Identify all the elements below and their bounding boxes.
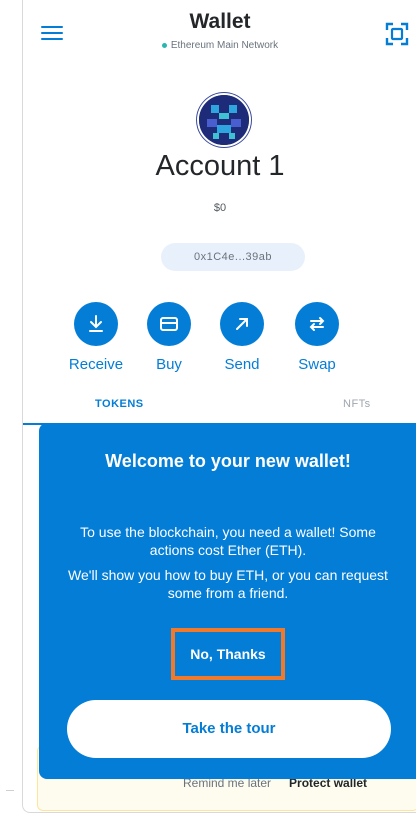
account-avatar[interactable] bbox=[199, 95, 249, 145]
account-name[interactable]: Account 1 bbox=[23, 150, 416, 183]
tab-nfts[interactable]: NFTs bbox=[343, 398, 371, 410]
wallet-screen: Wallet Ethereum Main Network Account 1 $… bbox=[22, 0, 416, 813]
welcome-modal: Welcome to your new wallet! To use the b… bbox=[39, 423, 416, 779]
swap-button[interactable]: Swap bbox=[284, 302, 350, 373]
modal-text-buy-eth: We'll show you how to buy ETH, or you ca… bbox=[68, 567, 388, 601]
swap-icon bbox=[295, 302, 339, 346]
receive-icon bbox=[74, 302, 118, 346]
receive-label: Receive bbox=[68, 356, 124, 373]
network-status-dot bbox=[161, 42, 167, 48]
account-balance: $0 bbox=[213, 202, 227, 214]
send-arrow-icon bbox=[220, 302, 264, 346]
network-name: Ethereum Main Network bbox=[170, 40, 279, 51]
header: Wallet Ethereum Main Network bbox=[23, 0, 416, 70]
modal-title: Welcome to your new wallet! bbox=[105, 451, 351, 471]
take-tour-button[interactable]: Take the tour bbox=[67, 700, 391, 758]
account-address-pill[interactable]: 0x1C4e...39ab bbox=[161, 243, 305, 271]
asset-tabs: TOKENS NFTs bbox=[23, 388, 416, 425]
buy-label: Buy bbox=[156, 356, 182, 373]
page-title: Wallet bbox=[189, 10, 251, 33]
modal-text-wallet: To use the blockchain, you need a wallet… bbox=[80, 524, 376, 558]
swap-label: Swap bbox=[298, 356, 336, 373]
receive-button[interactable]: Receive bbox=[63, 302, 129, 373]
tab-tokens[interactable]: TOKENS bbox=[95, 398, 144, 410]
qr-scan-icon[interactable] bbox=[385, 22, 409, 46]
buy-button[interactable]: Buy bbox=[136, 302, 202, 373]
no-thanks-button[interactable]: No, Thanks bbox=[171, 628, 285, 680]
network-indicator[interactable]: Ethereum Main Network bbox=[23, 40, 416, 51]
page-divider-mark bbox=[6, 790, 14, 791]
send-button[interactable]: Send bbox=[209, 302, 275, 373]
send-label: Send bbox=[224, 356, 260, 373]
card-icon bbox=[147, 302, 191, 346]
